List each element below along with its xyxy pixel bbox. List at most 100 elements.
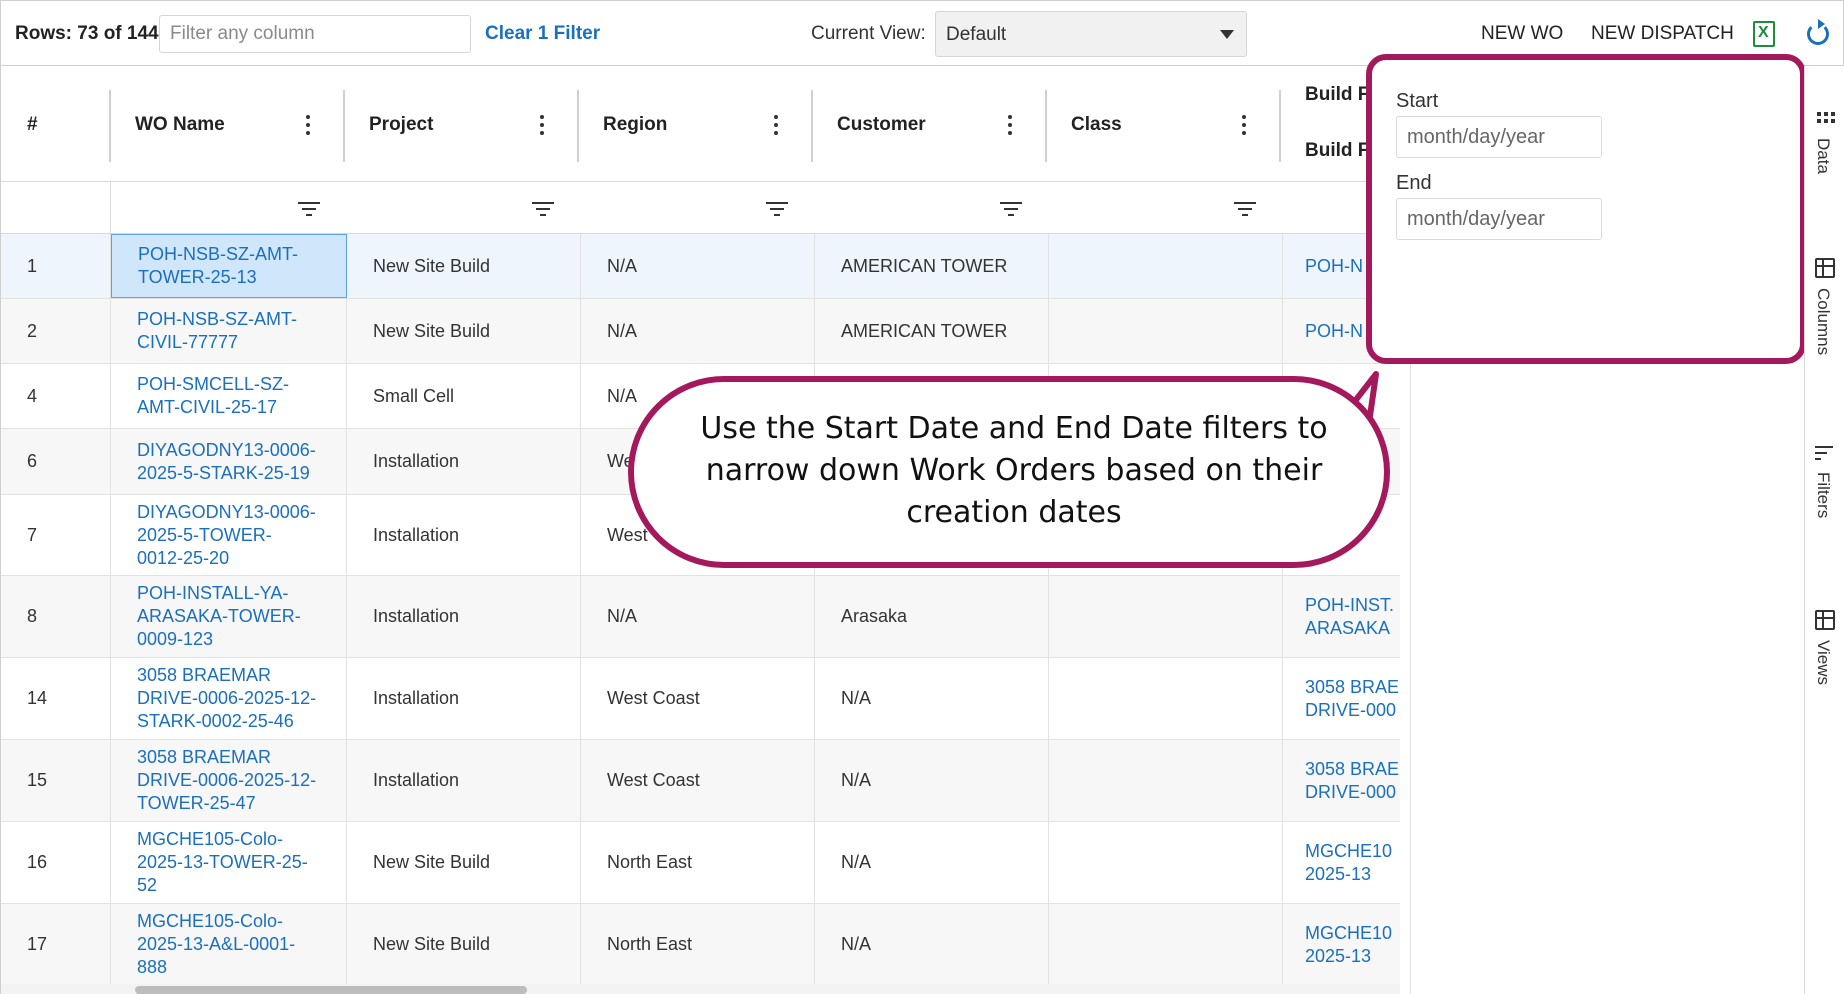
wo-name-text[interactable]: POH-NSB-SZ-AMT-CIVIL-77777 (137, 308, 317, 354)
project-cell: Installation (347, 495, 581, 575)
wo-name-text[interactable]: MGCHE105-Colo-2025-13-TOWER-25-52 (137, 828, 317, 897)
project-cell: Installation (347, 576, 581, 657)
table-row[interactable]: 8 POH-INSTALL-YA-ARASAKA-TOWER-0009-123 … (1, 576, 1400, 658)
tab-views[interactable]: Views (1805, 610, 1844, 710)
column-menu-icon[interactable] (305, 115, 311, 137)
wo-name-link[interactable]: 3058 BRAEMAR DRIVE-0006-2025-12-TOWER-25… (111, 740, 347, 821)
annotation-callout: Use the Start Date and End Date filters … (628, 376, 1390, 568)
tab-filters[interactable]: Filters (1805, 446, 1844, 546)
new-dispatch-button[interactable]: NEW DISPATCH (1591, 23, 1734, 45)
excel-export-icon[interactable] (1753, 21, 1775, 47)
callout-text: Use the Start Date and End Date filters … (700, 411, 1328, 530)
table-row[interactable]: 14 3058 BRAEMAR DRIVE-0006-2025-12-STARK… (1, 658, 1400, 740)
column-separator[interactable] (577, 90, 579, 162)
horizontal-scrollbar-thumb[interactable] (135, 986, 527, 994)
table-row[interactable]: 15 3058 BRAEMAR DRIVE-0006-2025-12-TOWER… (1, 740, 1400, 822)
column-menu-icon[interactable] (1241, 115, 1247, 137)
header-project[interactable]: Project (343, 66, 579, 182)
filter-icon[interactable] (532, 202, 554, 218)
header-customer[interactable]: Customer (811, 66, 1047, 182)
clear-filter-link[interactable]: Clear 1 Filter (485, 23, 600, 45)
region-cell: North East (581, 904, 815, 985)
filter-lines-icon (1815, 446, 1835, 466)
build-text[interactable]: 3058 BRAE DRIVE-000 (1305, 758, 1400, 804)
wo-name-text[interactable]: POH-SMCELL-SZ-AMT-CIVIL-25-17 (137, 373, 317, 419)
column-separator[interactable] (811, 90, 813, 162)
column-separator[interactable] (109, 90, 111, 162)
build-text[interactable]: MGCHE10 2025-13 (1305, 840, 1400, 886)
current-view-value: Default (946, 24, 1007, 45)
header-region[interactable]: Region (577, 66, 813, 182)
build-cell[interactable]: MGCHE10 2025-13 (1283, 822, 1400, 903)
build-cell[interactable]: 3058 BRAE DRIVE-000 (1283, 658, 1400, 739)
end-date-input[interactable] (1396, 198, 1602, 240)
header-class[interactable]: Class (1045, 66, 1281, 182)
column-separator[interactable] (343, 90, 345, 162)
table-row[interactable]: 17 MGCHE105-Colo-2025-13-A&L-0001-888 Ne… (1, 904, 1400, 986)
build-text[interactable]: POH-INST. ARASAKA (1305, 594, 1400, 640)
class-cell (1049, 740, 1283, 821)
table-row[interactable]: 2 POH-NSB-SZ-AMT-CIVIL-77777 New Site Bu… (1, 299, 1400, 364)
wo-name-link[interactable]: POH-NSB-SZ-AMT-CIVIL-77777 (111, 299, 347, 363)
table-row[interactable]: 1 POH-NSB-SZ-AMT-TOWER-25-13 New Site Bu… (1, 234, 1400, 299)
tab-views-label: Views (1814, 640, 1833, 686)
header-wo-name-label: WO Name (135, 114, 225, 135)
tab-columns-label: Columns (1814, 288, 1833, 356)
column-menu-icon[interactable] (539, 115, 545, 137)
wo-name-text[interactable]: DIYAGODNY13-0006-2025-5-STARK-25-19 (137, 439, 317, 485)
customer-cell: N/A (815, 904, 1049, 985)
column-separator[interactable] (1045, 90, 1047, 162)
region-cell: N/A (581, 299, 815, 363)
wo-name-link[interactable]: POH-INSTALL-YA-ARASAKA-TOWER-0009-123 (111, 576, 347, 657)
class-cell (1049, 299, 1283, 363)
project-cell: New Site Build (347, 822, 581, 903)
row-count-prefix: Rows: (15, 23, 72, 44)
filter-icon[interactable] (766, 202, 788, 218)
customer-cell: N/A (815, 822, 1049, 903)
wo-name-text[interactable]: POH-INSTALL-YA-ARASAKA-TOWER-0009-123 (137, 582, 317, 651)
filter-icon[interactable] (1234, 202, 1256, 218)
wo-name-link[interactable]: POH-SMCELL-SZ-AMT-CIVIL-25-17 (111, 364, 347, 428)
customer-cell: AMERICAN TOWER (815, 234, 1049, 298)
filter-any-column-input[interactable] (159, 15, 471, 53)
table-row[interactable]: 16 MGCHE105-Colo-2025-13-TOWER-25-52 New… (1, 822, 1400, 904)
build-text[interactable]: MGCHE10 2025-13 (1305, 922, 1400, 968)
header-class-label: Class (1071, 114, 1122, 135)
column-headers: # WO Name Project Region Customer Class (1, 66, 1400, 182)
tab-columns[interactable]: Columns (1805, 258, 1844, 378)
new-wo-button[interactable]: NEW WO (1481, 23, 1563, 45)
filter-icon[interactable] (298, 202, 320, 218)
region-cell: West Coast (581, 658, 815, 739)
column-menu-icon[interactable] (1007, 115, 1013, 137)
wo-name-text[interactable]: POH-NSB-SZ-AMT-TOWER-25-13 (138, 243, 318, 289)
wo-name-link[interactable]: 3058 BRAEMAR DRIVE-0006-2025-12-STARK-00… (111, 658, 347, 739)
tab-data[interactable]: Data (1805, 106, 1844, 226)
start-date-input[interactable] (1396, 116, 1602, 158)
wo-name-text[interactable]: 3058 BRAEMAR DRIVE-0006-2025-12-STARK-00… (137, 664, 317, 733)
current-view-select[interactable]: Default (935, 11, 1247, 57)
filter-row (1, 182, 1400, 234)
column-separator[interactable] (1279, 90, 1281, 162)
row-number: 17 (1, 904, 111, 985)
wo-name-link[interactable]: POH-NSB-SZ-AMT-TOWER-25-13 (111, 234, 347, 298)
wo-name-link[interactable]: MGCHE105-Colo-2025-13-TOWER-25-52 (111, 822, 347, 903)
wo-name-link[interactable]: MGCHE105-Colo-2025-13-A&L-0001-888 (111, 904, 347, 985)
build-cell[interactable]: 3058 BRAE DRIVE-000 (1283, 740, 1400, 821)
wo-name-text[interactable]: DIYAGODNY13-0006-2025-5-TOWER-0012-25-20 (137, 501, 317, 570)
build-cell[interactable]: POH-INST. ARASAKA (1283, 576, 1400, 657)
wo-name-text[interactable]: MGCHE105-Colo-2025-13-A&L-0001-888 (137, 910, 317, 979)
filter-icon[interactable] (1000, 202, 1022, 218)
customer-cell: N/A (815, 740, 1049, 821)
refresh-icon[interactable] (1807, 19, 1829, 45)
project-cell: New Site Build (347, 299, 581, 363)
header-build-label-2: Build F (1305, 140, 1370, 161)
wo-name-link[interactable]: DIYAGODNY13-0006-2025-5-TOWER-0012-25-20 (111, 495, 347, 575)
header-num-label: # (27, 114, 38, 135)
wo-name-link[interactable]: DIYAGODNY13-0006-2025-5-STARK-25-19 (111, 429, 347, 494)
build-text[interactable]: 3058 BRAE DRIVE-000 (1305, 676, 1400, 722)
wo-name-text[interactable]: 3058 BRAEMAR DRIVE-0006-2025-12-TOWER-25… (137, 746, 317, 815)
column-menu-icon[interactable] (773, 115, 779, 137)
header-wo-name[interactable]: WO Name (109, 66, 345, 182)
build-cell[interactable]: MGCHE10 2025-13 (1283, 904, 1400, 985)
customer-cell: N/A (815, 658, 1049, 739)
